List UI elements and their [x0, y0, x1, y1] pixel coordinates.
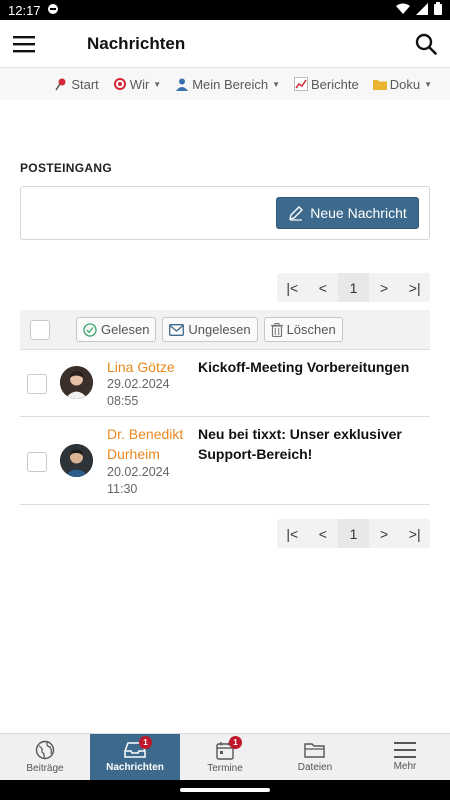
pagination-bottom: |< < 1 > >| [277, 519, 430, 548]
bottom-nav-label: Dateien [297, 761, 333, 773]
last-page-button[interactable]: >| [399, 519, 430, 548]
subnav-item-wir[interactable]: Wir ▼ [113, 77, 161, 92]
secondary-nav: Start Wir ▼ Mein Bereich ▼ Berichte Doku… [0, 68, 450, 100]
subnav-item-mein-bereich[interactable]: Mein Bereich ▼ [175, 77, 280, 92]
prev-page-button[interactable]: < [308, 273, 339, 302]
hamburger-icon [13, 35, 35, 52]
message-toolbar: Gelesen Ungelesen Löschen [20, 310, 430, 350]
bottom-nav-mehr[interactable]: Mehr [360, 734, 450, 780]
subnav-label: Start [71, 76, 99, 92]
message-date: 29.02.2024 [107, 377, 170, 391]
wifi-icon [396, 3, 410, 18]
message-time: 11:30 [107, 482, 138, 496]
app-notification-icon [47, 3, 59, 18]
signal-icon [416, 2, 428, 18]
bottom-nav-label: Nachrichten [106, 762, 164, 773]
menu-icon [394, 742, 416, 758]
caret-down-icon: ▼ [272, 79, 281, 89]
message-subject[interactable]: Kickoff-Meeting Vorbereitungen [198, 357, 420, 377]
battery-icon [434, 2, 442, 18]
last-page-icon: >| [408, 279, 421, 296]
check-circle-icon [83, 322, 97, 337]
avatar [60, 444, 93, 477]
last-page-icon: >| [408, 525, 421, 542]
message-subject[interactable]: Neu bei tixxt: Unser exklusiver Support-… [198, 424, 420, 464]
inbox-heading: POSTEINGANG [20, 161, 112, 175]
message-row[interactable]: Lina Götze 29.02.2024 08:55 Kickoff-Meet… [20, 350, 430, 417]
person-icon [176, 78, 189, 91]
message-sender[interactable]: Lina Götze [107, 357, 187, 377]
caret-down-icon: ▼ [153, 79, 162, 89]
folder-icon [304, 742, 325, 758]
hamburger-menu-button[interactable] [0, 20, 48, 68]
target-icon [113, 78, 126, 90]
chevron-left-icon: < [318, 279, 327, 296]
message-time: 08:55 [107, 394, 139, 408]
bottom-nav-label: Termine [207, 762, 243, 774]
compose-panel: Neue Nachricht [20, 186, 430, 240]
first-page-button[interactable]: |< [277, 519, 308, 548]
mark-unread-label: Ungelesen [188, 322, 251, 337]
last-page-button[interactable]: >| [399, 273, 430, 302]
message-sender[interactable]: Dr. Benedikt Durheim [107, 424, 187, 464]
trash-icon [270, 322, 283, 337]
select-all-checkbox[interactable] [30, 319, 50, 340]
bottom-nav: Beiträge 1 Nachrichten 1 Termine Dateien… [0, 733, 450, 780]
first-page-icon: |< [286, 279, 299, 296]
notification-badge: 1 [139, 736, 152, 749]
globe-icon [35, 740, 55, 760]
chevron-right-icon: > [379, 525, 389, 542]
bottom-nav-beitraege[interactable]: Beiträge [0, 734, 90, 780]
current-page[interactable]: 1 [338, 519, 369, 548]
search-button[interactable] [402, 20, 450, 68]
chevron-right-icon: > [379, 279, 389, 296]
notification-badge: 1 [229, 736, 242, 749]
pagination-top: |< < 1 > >| [277, 273, 430, 302]
search-icon [415, 33, 437, 55]
home-indicator[interactable] [180, 788, 270, 792]
next-page-button[interactable]: > [369, 519, 400, 548]
bottom-nav-nachrichten[interactable]: 1 Nachrichten [90, 734, 180, 780]
subnav-label: Mein Bereich [192, 76, 269, 92]
delete-button[interactable]: Löschen [263, 317, 343, 342]
subnav-label: Berichte [311, 76, 359, 92]
app-header: Nachrichten [0, 20, 450, 68]
prev-page-button[interactable]: < [308, 519, 339, 548]
current-page[interactable]: 1 [338, 273, 369, 302]
caret-down-icon: ▼ [424, 79, 432, 89]
first-page-button[interactable]: |< [277, 273, 308, 302]
status-time: 12:17 [8, 2, 41, 18]
subnav-item-start[interactable]: Start [54, 76, 99, 92]
subnav-label: Doku [389, 76, 421, 92]
gesture-bar [0, 780, 450, 800]
next-page-button[interactable]: > [369, 273, 400, 302]
message-checkbox[interactable] [27, 374, 47, 394]
message-checkbox[interactable] [27, 452, 47, 472]
message-row[interactable]: Dr. Benedikt Durheim 20.02.2024 11:30 Ne… [20, 417, 430, 505]
pencil-icon [289, 206, 304, 221]
avatar [60, 366, 93, 399]
mark-unread-button[interactable]: Ungelesen [162, 317, 258, 342]
bottom-nav-label: Beiträge [26, 763, 64, 774]
first-page-icon: |< [286, 525, 299, 542]
bottom-nav-label: Mehr [393, 761, 417, 772]
pin-icon [55, 78, 66, 91]
new-message-label: Neue Nachricht [310, 205, 407, 221]
chart-icon [294, 77, 309, 91]
status-bar: 12:17 [0, 0, 450, 20]
subnav-item-berichte[interactable]: Berichte [294, 77, 359, 92]
chevron-left-icon: < [318, 525, 327, 542]
envelope-icon [169, 323, 185, 336]
delete-label: Löschen [286, 322, 336, 337]
bottom-nav-dateien[interactable]: Dateien [270, 734, 360, 780]
folder-icon [372, 80, 387, 90]
subnav-item-doku[interactable]: Doku ▼ [372, 76, 432, 92]
subnav-label: Wir [129, 76, 150, 92]
new-message-button[interactable]: Neue Nachricht [276, 197, 419, 229]
mark-read-button[interactable]: Gelesen [76, 317, 157, 342]
message-date: 20.02.2024 [107, 465, 170, 479]
mark-read-label: Gelesen [101, 322, 150, 337]
page-title: Nachrichten [87, 33, 186, 53]
bottom-nav-termine[interactable]: 1 Termine [180, 734, 270, 780]
